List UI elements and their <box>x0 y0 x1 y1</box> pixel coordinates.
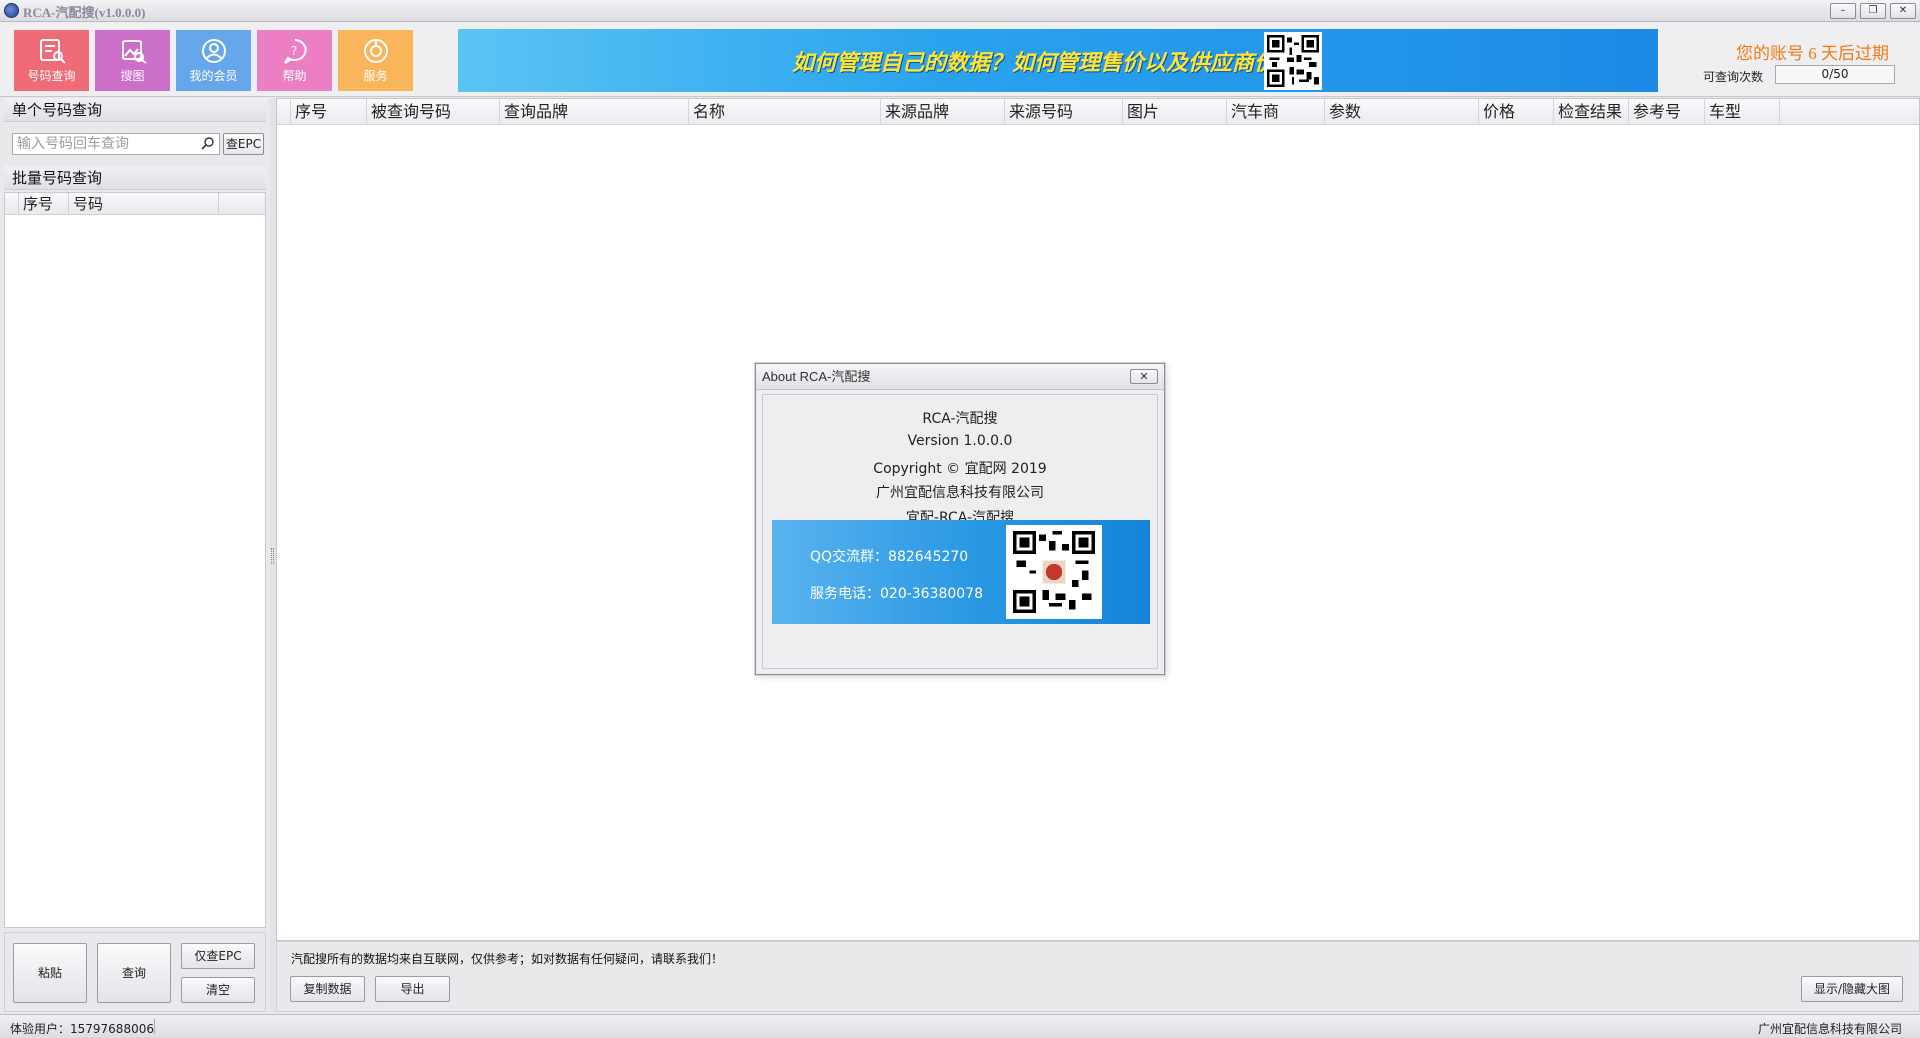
contact-qr-code <box>1006 525 1102 619</box>
status-separator <box>154 1019 155 1034</box>
close-button[interactable]: ✕ <box>1890 3 1916 19</box>
left-panel: 单个号码查询 查EPC 批量号码查询 序号 号码 <box>4 98 266 928</box>
about-company: 广州宜配信息科技有限公司 <box>876 485 1044 501</box>
minimize-button[interactable]: – <box>1830 3 1856 19</box>
check-epc-button[interactable]: 查EPC <box>223 133 264 155</box>
grid-row-indicator-header <box>277 99 291 124</box>
grid-col-check-result[interactable]: 检查结果 <box>1554 99 1629 124</box>
image-search-button[interactable]: 搜图 <box>95 30 170 91</box>
grid-col-car-model[interactable]: 车型 <box>1705 99 1780 124</box>
my-membership-button[interactable]: 我的会员 <box>176 30 251 91</box>
qq-group-text: QQ交流群：882645270 <box>810 549 969 565</box>
query-quota-value: 0/50 <box>1775 65 1895 84</box>
query-quota-label: 可查询次数 <box>1703 70 1764 84</box>
number-query-button[interactable]: 号码查询 <box>14 30 89 91</box>
help-icon: ? <box>280 37 310 65</box>
help-button[interactable]: ? 帮助 <box>257 30 332 91</box>
member-icon <box>199 37 229 65</box>
about-dialog: About RCA-汽配搜 ✕ RCA-汽配搜 Version 1.0.0.0 … <box>755 363 1165 675</box>
my-membership-label: 我的会员 <box>189 69 238 83</box>
service-label: 服务 <box>363 69 388 83</box>
banner-text: 如何管理自己的数据？如何管理售价以及供应商价格？ <box>792 51 1321 76</box>
grid-col-index[interactable]: 序号 <box>291 99 367 124</box>
title-bar: RCA-汽配搜(v1.0.0.0) – ❐ ✕ <box>0 0 1920 22</box>
about-copyright: Copyright © 宜配网 2019 <box>873 461 1047 477</box>
grid-col-car-maker[interactable]: 汽车商 <box>1227 99 1325 124</box>
grid-col-params[interactable]: 参数 <box>1325 99 1479 124</box>
grid-col-source-number[interactable]: 来源号码 <box>1005 99 1123 124</box>
toggle-large-image-button[interactable]: 显示/隐藏大图 <box>1801 976 1903 1002</box>
search-doc-icon <box>37 37 67 65</box>
about-version: Version 1.0.0.0 <box>907 433 1013 449</box>
about-dialog-body: RCA-汽配搜 Version 1.0.0.0 Copyright © 宜配网 … <box>762 394 1158 669</box>
paste-button[interactable]: 粘贴 <box>13 943 87 1003</box>
grid-col-source-brand[interactable]: 来源品牌 <box>881 99 1005 124</box>
batch-col-index[interactable]: 序号 <box>19 193 69 215</box>
number-search-input[interactable] <box>12 133 220 155</box>
banner-qr-code <box>1264 32 1322 90</box>
data-disclaimer: 汽配搜所有的数据均来自互联网，仅供参考；如对数据有任何疑问，请联系我们！ <box>291 952 724 966</box>
status-user: 体验用户：15797688006 <box>10 1022 154 1036</box>
grid-col-reference-number[interactable]: 参考号 <box>1629 99 1705 124</box>
service-phone-text: 服务电话：020-36380078 <box>810 586 984 602</box>
restore-button[interactable]: ❐ <box>1860 3 1886 19</box>
about-product-name: RCA-汽配搜 <box>922 411 998 427</box>
grid-col-price[interactable]: 价格 <box>1479 99 1554 124</box>
single-query-header: 单个号码查询 <box>4 98 266 122</box>
grid-col-name[interactable]: 名称 <box>689 99 881 124</box>
search-icon[interactable] <box>200 136 216 152</box>
results-grid-header: 序号 被查询号码 查询品牌 名称 来源品牌 来源号码 图片 汽车商 参数 价格 … <box>277 99 1919 125</box>
number-query-label: 号码查询 <box>27 69 76 83</box>
batch-list-header: 序号 号码 <box>5 193 265 215</box>
clear-button[interactable]: 清空 <box>181 977 255 1003</box>
batch-number-list[interactable]: 序号 号码 <box>4 192 266 928</box>
grid-col-query-brand[interactable]: 查询品牌 <box>500 99 689 124</box>
window-title: RCA-汽配搜(v1.0.0.0) <box>23 5 146 20</box>
about-dialog-close-button[interactable]: ✕ <box>1130 369 1158 384</box>
grid-col-queried-number[interactable]: 被查询号码 <box>367 99 500 124</box>
svg-text:?: ? <box>291 44 297 58</box>
batch-col-number[interactable]: 号码 <box>69 193 219 215</box>
service-button[interactable]: 服务 <box>338 30 413 91</box>
toolbar: 号码查询 搜图 我的会员 ? 帮助 服务 如何管理自己的数据？如何管理售价以及供… <box>0 22 1920 97</box>
image-search-icon <box>118 37 148 65</box>
account-expire-notice: 您的账号 6 天后过期 <box>1736 44 1889 63</box>
epc-only-button[interactable]: 仅查EPC <box>181 943 255 969</box>
batch-row-indicator-header <box>5 193 19 215</box>
help-label: 帮助 <box>282 69 307 83</box>
batch-query-header: 批量号码查询 <box>4 166 266 190</box>
copy-data-button[interactable]: 复制数据 <box>290 976 365 1002</box>
export-button[interactable]: 导出 <box>375 976 450 1002</box>
about-contact-banner: QQ交流群：882645270 服务电话：020-36380078 <box>772 520 1150 624</box>
ad-banner[interactable]: 如何管理自己的数据？如何管理售价以及供应商价格？ <box>458 29 1658 92</box>
service-icon <box>361 37 391 65</box>
status-company: 广州宜配信息科技有限公司 <box>1758 1022 1903 1036</box>
results-footer: 汽配搜所有的数据均来自互联网，仅供参考；如对数据有任何疑问，请联系我们！ 复制数… <box>276 941 1920 1012</box>
status-bar: 体验用户：15797688006 广州宜配信息科技有限公司 <box>0 1014 1920 1038</box>
splitter-grip <box>271 548 274 564</box>
app-logo-icon <box>4 3 19 18</box>
grid-col-image[interactable]: 图片 <box>1123 99 1227 124</box>
image-search-label: 搜图 <box>120 69 145 83</box>
query-button[interactable]: 查询 <box>97 943 171 1003</box>
about-dialog-title[interactable]: About RCA-汽配搜 <box>756 364 1164 390</box>
batch-action-area: 粘贴 查询 仅查EPC 清空 <box>4 932 266 1012</box>
